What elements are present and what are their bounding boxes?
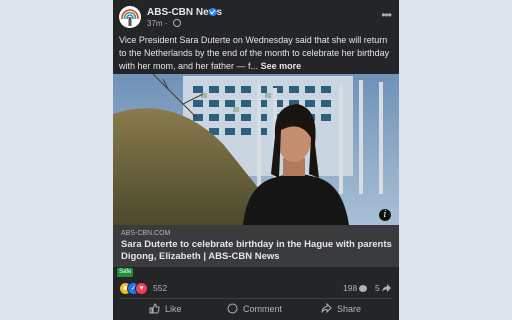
post-actions: Like Comment Share bbox=[113, 300, 399, 320]
love-reaction-icon: ♥ bbox=[135, 282, 148, 295]
safe-badge: Safe bbox=[117, 268, 134, 277]
link-preview[interactable]: ABS-CBN.COM Sara Duterte to celebrate bi… bbox=[113, 225, 399, 267]
comment-count[interactable]: 198 bbox=[343, 283, 368, 293]
comment-label: Comment bbox=[243, 304, 283, 314]
globe-icon bbox=[172, 19, 181, 27]
link-domain: ABS-CBN.COM bbox=[121, 230, 171, 237]
more-options-icon[interactable]: ••• bbox=[381, 8, 392, 22]
verified-badge-icon bbox=[209, 8, 217, 16]
post-meta: 37m · bbox=[147, 19, 181, 28]
comment-bubble-icon bbox=[359, 285, 368, 292]
share-button[interactable]: Share bbox=[321, 303, 361, 314]
share-count-value: 5 bbox=[375, 283, 380, 293]
share-count[interactable]: 5 bbox=[375, 283, 392, 293]
share-label: Share bbox=[337, 304, 362, 314]
woman-speaking-outdoors-photo bbox=[113, 74, 399, 225]
link-title[interactable]: Sara Duterte to celebrate birthday in th… bbox=[121, 239, 393, 263]
comment-button[interactable]: Comment bbox=[227, 303, 282, 314]
post-header: ABS-CBN News 37m · ••• bbox=[113, 0, 399, 32]
comment-icon bbox=[227, 303, 238, 314]
post-text: Vice President Sara Duterte on Wednesday… bbox=[119, 35, 390, 71]
reaction-count[interactable]: 552 bbox=[153, 283, 167, 293]
abs-cbn-logo[interactable] bbox=[119, 6, 141, 28]
like-label: Like bbox=[165, 304, 182, 314]
post-time[interactable]: 37m bbox=[147, 19, 163, 28]
info-icon[interactable]: i bbox=[379, 209, 391, 221]
post-image[interactable]: i bbox=[113, 74, 399, 225]
divider bbox=[119, 298, 393, 299]
thumbs-up-icon bbox=[149, 303, 160, 314]
see-more-link[interactable]: See more bbox=[261, 61, 302, 71]
share-icon bbox=[321, 303, 332, 314]
post-body: Vice President Sara Duterte on Wednesday… bbox=[119, 34, 395, 73]
news-post-card: ABS-CBN News 37m · ••• Vice President Sa… bbox=[113, 0, 399, 320]
like-button[interactable]: Like bbox=[149, 303, 182, 314]
share-arrow-icon bbox=[382, 284, 392, 292]
comment-count-value: 198 bbox=[343, 283, 358, 293]
